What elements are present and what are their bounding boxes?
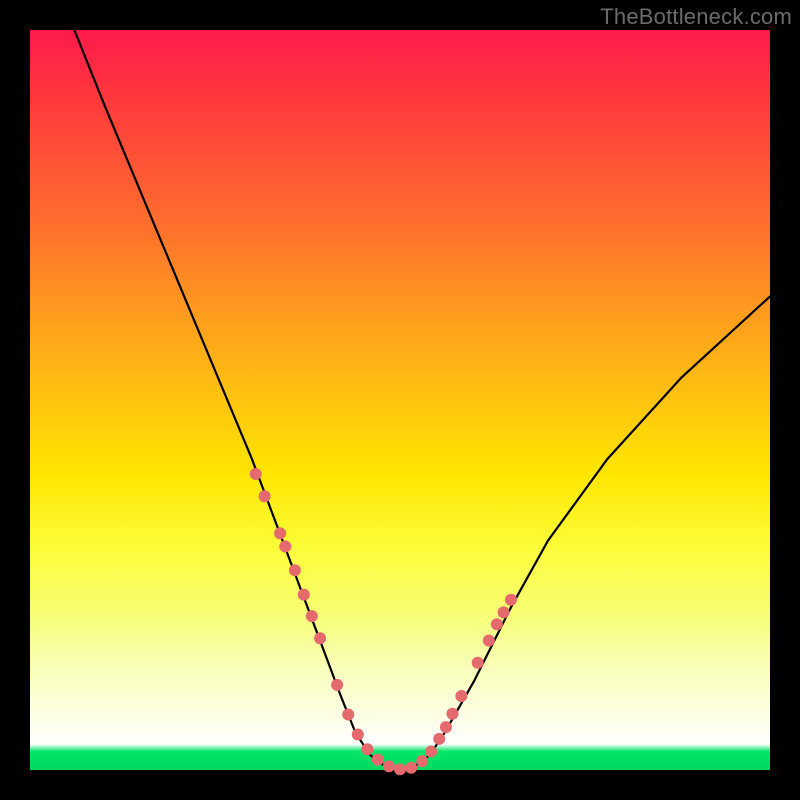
highlight-dot — [472, 657, 484, 669]
highlight-dot — [416, 755, 428, 767]
highlight-dot — [433, 733, 445, 745]
chart-frame: TheBottleneck.com — [0, 0, 800, 800]
chart-svg — [30, 30, 770, 770]
highlight-dot — [447, 708, 459, 720]
highlight-dot — [491, 618, 503, 630]
highlight-dot — [498, 606, 510, 618]
watermark-text: TheBottleneck.com — [600, 4, 792, 30]
highlight-dot — [394, 763, 406, 775]
highlight-dot — [331, 679, 343, 691]
highlight-dot — [383, 760, 395, 772]
bottleneck-curve — [74, 30, 770, 770]
highlight-dot — [352, 729, 364, 741]
highlight-dot — [314, 632, 326, 644]
highlight-dot — [361, 743, 373, 755]
highlight-dot — [259, 490, 271, 502]
highlight-dot — [483, 635, 495, 647]
chart-plot-area — [30, 30, 770, 770]
highlight-dot — [425, 746, 437, 758]
highlight-dots — [250, 468, 517, 775]
highlight-dot — [505, 594, 517, 606]
highlight-dot — [405, 762, 417, 774]
highlight-dot — [289, 564, 301, 576]
highlight-dot — [342, 709, 354, 721]
highlight-dot — [250, 468, 262, 480]
highlight-dot — [274, 527, 286, 539]
highlight-dot — [306, 610, 318, 622]
highlight-dot — [440, 721, 452, 733]
highlight-dot — [372, 754, 384, 766]
highlight-dot — [455, 690, 467, 702]
highlight-dot — [279, 541, 291, 553]
highlight-dot — [298, 589, 310, 601]
